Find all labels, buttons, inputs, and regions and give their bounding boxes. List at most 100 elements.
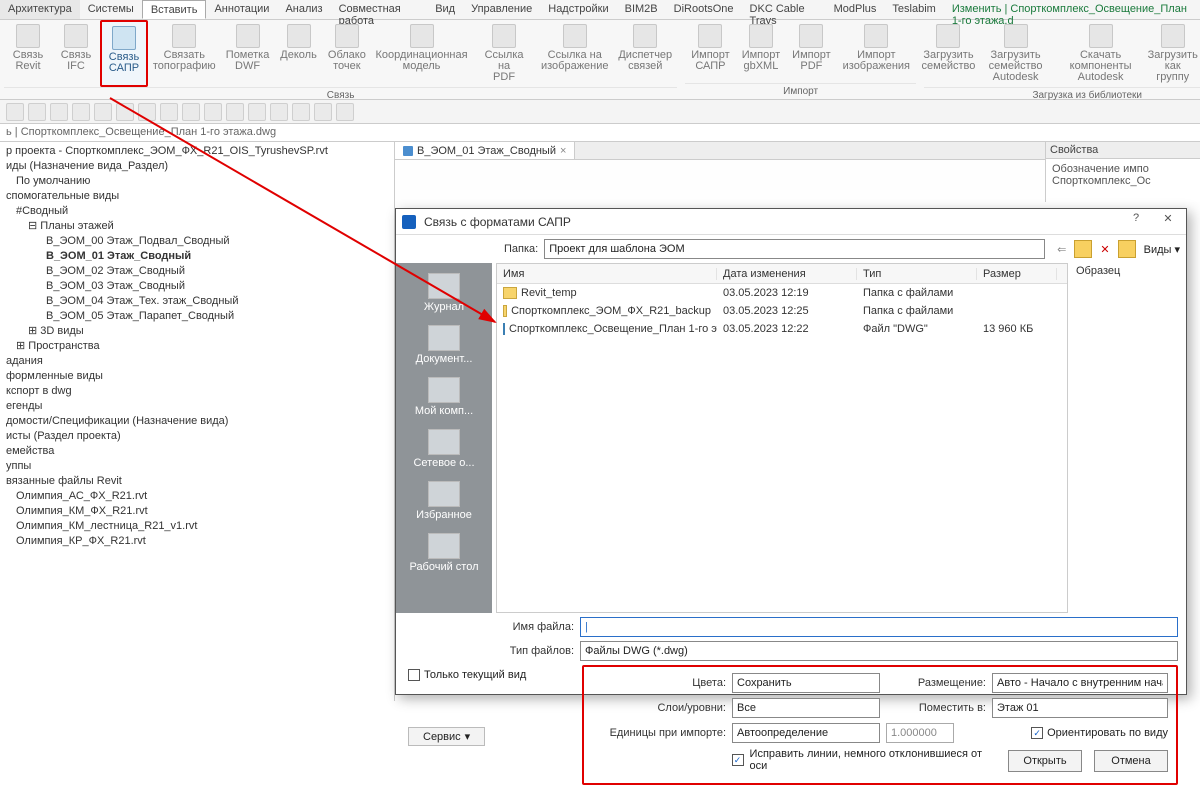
- tree-plan[interactable]: В_ЭОМ_03 Этаж_Сводный: [6, 279, 394, 294]
- qat-btn[interactable]: [270, 103, 288, 121]
- orient-checkbox[interactable]: ✓: [1031, 727, 1043, 739]
- import-pdf-button[interactable]: ИмпортPDF: [786, 20, 836, 83]
- tree-node[interactable]: вязанные файлы Revit: [6, 474, 394, 489]
- place-documents[interactable]: Документ...: [396, 321, 492, 369]
- linked-file[interactable]: Олимпия_КР_ФХ_R21.rvt: [6, 534, 394, 549]
- tab-systems[interactable]: Системы: [80, 0, 142, 19]
- qat-btn[interactable]: [336, 103, 354, 121]
- import-gbxml-button[interactable]: ИмпортgbXML: [736, 20, 786, 83]
- fixlines-checkbox[interactable]: ✓: [732, 754, 744, 766]
- decal-button[interactable]: Деколь: [275, 20, 323, 87]
- close-icon[interactable]: ×: [560, 145, 566, 157]
- tree-node[interactable]: уппы: [6, 459, 394, 474]
- col-name[interactable]: Имя: [497, 268, 717, 280]
- load-family-button[interactable]: Загрузитьсемейство: [924, 20, 973, 87]
- list-header[interactable]: Имя Дата изменения Тип Размер: [497, 264, 1067, 284]
- views-dropdown[interactable]: Виды ▾: [1144, 243, 1180, 256]
- dialog-titlebar[interactable]: Связь с форматами САПР ? ✕: [396, 209, 1186, 235]
- link-image-button[interactable]: Ссылка наизображение: [536, 20, 613, 87]
- tree-node[interactable]: ⊟ Планы этажей: [6, 219, 394, 234]
- load-autodesk-family-button[interactable]: Загрузить семействоAutodesk: [973, 20, 1058, 87]
- tree-node[interactable]: формленные виды: [6, 369, 394, 384]
- file-row[interactable]: Revit_temp 03.05.2023 12:19Папка с файла…: [497, 284, 1067, 302]
- manage-links-button[interactable]: Диспетчерсвязей: [613, 20, 677, 87]
- download-components-button[interactable]: Скачать компонентыAutodesk: [1058, 20, 1143, 87]
- tree-node[interactable]: адания: [6, 354, 394, 369]
- placement-combo[interactable]: Авто - Начало с внутренним началом: [992, 673, 1168, 693]
- tree-node[interactable]: исты (Раздел проекта): [6, 429, 394, 444]
- place-mycomputer[interactable]: Мой комп...: [396, 373, 492, 421]
- place-desktop[interactable]: Рабочий стол: [396, 529, 492, 577]
- tab-annotate[interactable]: Аннотации: [206, 0, 277, 19]
- tree-plan[interactable]: В_ЭОМ_02 Этаж_Сводный: [6, 264, 394, 279]
- link-ifc-button[interactable]: СвязьIFC: [52, 20, 100, 87]
- layers-combo[interactable]: Все: [732, 698, 880, 718]
- up-folder-icon[interactable]: [1074, 240, 1092, 258]
- tab-collab[interactable]: Совместная работа: [331, 0, 428, 19]
- tab-bim2b[interactable]: BIM2B: [617, 0, 666, 19]
- qat-btn[interactable]: [292, 103, 310, 121]
- load-as-group-button[interactable]: Загрузить какгруппу: [1143, 20, 1200, 87]
- qat-btn[interactable]: [160, 103, 178, 121]
- tree-node[interactable]: По умолчанию: [6, 174, 394, 189]
- qat-btn[interactable]: [138, 103, 156, 121]
- qat-btn[interactable]: [28, 103, 46, 121]
- current-view-checkbox[interactable]: [408, 669, 420, 681]
- qat-btn[interactable]: [182, 103, 200, 121]
- coord-model-button[interactable]: Координационнаямодель: [371, 20, 472, 87]
- colors-combo[interactable]: Сохранить: [732, 673, 880, 693]
- place-favorites[interactable]: Избранное: [396, 477, 492, 525]
- col-size[interactable]: Размер: [977, 268, 1057, 280]
- service-button[interactable]: Сервис ▾: [408, 727, 485, 746]
- tree-node[interactable]: #Сводный: [6, 204, 394, 219]
- link-pdf-button[interactable]: Ссылка наPDF: [472, 20, 536, 87]
- qat-btn[interactable]: [314, 103, 332, 121]
- tab-tesla[interactable]: Teslabim: [884, 0, 943, 19]
- file-list[interactable]: Имя Дата изменения Тип Размер Revit_temp…: [496, 263, 1068, 613]
- help-button[interactable]: ?: [1124, 212, 1148, 232]
- tab-analyze[interactable]: Анализ: [277, 0, 330, 19]
- folder-combo[interactable]: Проект для шаблона ЭОМ: [544, 239, 1045, 259]
- col-date[interactable]: Дата изменения: [717, 268, 857, 280]
- link-revit-button[interactable]: СвязьRevit: [4, 20, 52, 87]
- linked-file[interactable]: Олимпия_АС_ФХ_R21.rvt: [6, 489, 394, 504]
- tab-view[interactable]: Вид: [427, 0, 463, 19]
- tree-node[interactable]: ⊞ Пространства: [6, 339, 394, 354]
- tab-insert[interactable]: Вставить: [142, 0, 207, 19]
- unit-factor-input[interactable]: [886, 723, 954, 743]
- new-folder-icon[interactable]: [1118, 240, 1136, 258]
- tab-modify[interactable]: Изменить | Спорткомплекс_Освещение_План …: [944, 0, 1200, 19]
- qat-btn[interactable]: [226, 103, 244, 121]
- qat-btn[interactable]: [50, 103, 68, 121]
- open-button[interactable]: Открыть: [1008, 750, 1082, 772]
- tree-node[interactable]: спомогательные виды: [6, 189, 394, 204]
- project-browser[interactable]: р проекта - Спорткомплекс_ЭОМ_ФХ_R21_OIS…: [0, 142, 395, 701]
- tab-addins[interactable]: Надстройки: [540, 0, 616, 19]
- tree-node[interactable]: емейства: [6, 444, 394, 459]
- units-combo[interactable]: Автоопределение: [732, 723, 880, 743]
- filename-input[interactable]: |: [580, 617, 1178, 637]
- qat-btn[interactable]: [72, 103, 90, 121]
- link-cad-button[interactable]: СвязьСАПР: [100, 20, 148, 87]
- tab-modplus[interactable]: ModPlus: [826, 0, 885, 19]
- qat-btn[interactable]: [248, 103, 266, 121]
- tree-node[interactable]: кспорт в dwg: [6, 384, 394, 399]
- close-button[interactable]: ✕: [1156, 212, 1180, 232]
- pointcloud-button[interactable]: Облакоточек: [323, 20, 372, 87]
- tree-plan[interactable]: В_ЭОМ_05 Этаж_Парапет_Сводный: [6, 309, 394, 324]
- tab-arch[interactable]: Архитектура: [0, 0, 80, 19]
- cancel-button[interactable]: Отмена: [1094, 750, 1168, 772]
- tree-plan[interactable]: В_ЭОМ_00 Этаж_Подвал_Сводный: [6, 234, 394, 249]
- tab-diroots[interactable]: DiRootsOne: [666, 0, 742, 19]
- level-combo[interactable]: Этаж 01: [992, 698, 1168, 718]
- file-row[interactable]: Спорткомплекс_Освещение_План 1-го эт... …: [497, 320, 1067, 338]
- linked-file[interactable]: Олимпия_КМ_лестница_R21_v1.rvt: [6, 519, 394, 534]
- filetype-combo[interactable]: Файлы DWG (*.dwg): [580, 641, 1178, 661]
- qat-btn[interactable]: [204, 103, 222, 121]
- view-tab[interactable]: В_ЭОМ_01 Этаж_Сводный ×: [395, 142, 575, 159]
- tab-dkc[interactable]: DKC Cable Trays: [742, 0, 826, 19]
- tree-node[interactable]: иды (Назначение вида_Раздел): [6, 159, 394, 174]
- place-history[interactable]: Журнал: [396, 269, 492, 317]
- tree-plan-active[interactable]: В_ЭОМ_01 Этаж_Сводный: [6, 249, 394, 264]
- link-topo-button[interactable]: Связатьтопографию: [148, 20, 221, 87]
